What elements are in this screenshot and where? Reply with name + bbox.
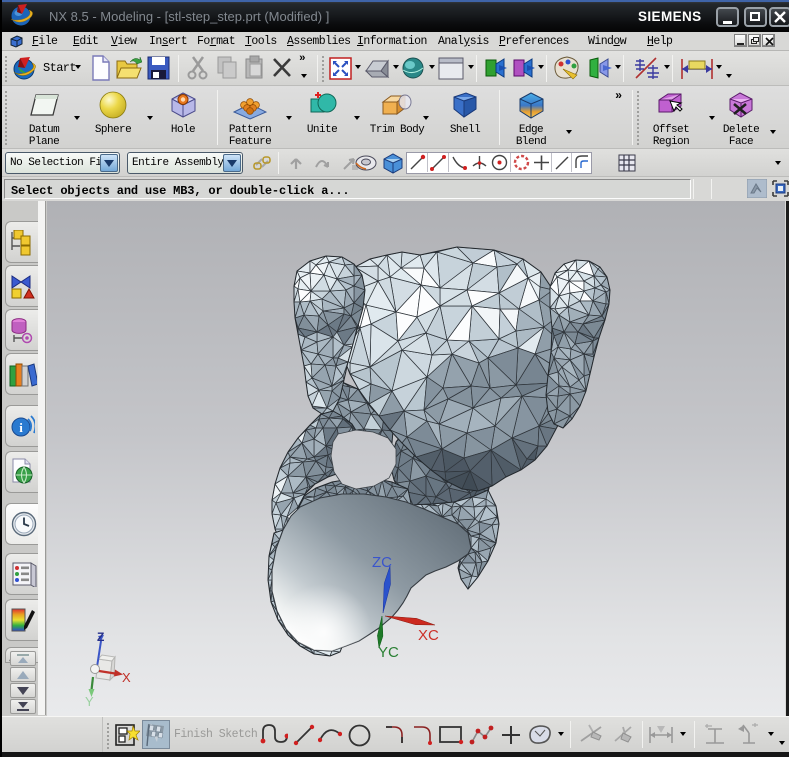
svg-text:ZC: ZC xyxy=(372,554,392,571)
svg-text:XC: XC xyxy=(418,627,439,644)
svg-text:X: X xyxy=(122,670,131,685)
svg-text:Z: Z xyxy=(97,630,104,644)
svg-text:i: i xyxy=(19,420,23,435)
svg-text:YC: YC xyxy=(378,644,399,661)
svg-text:Y: Y xyxy=(85,694,94,709)
